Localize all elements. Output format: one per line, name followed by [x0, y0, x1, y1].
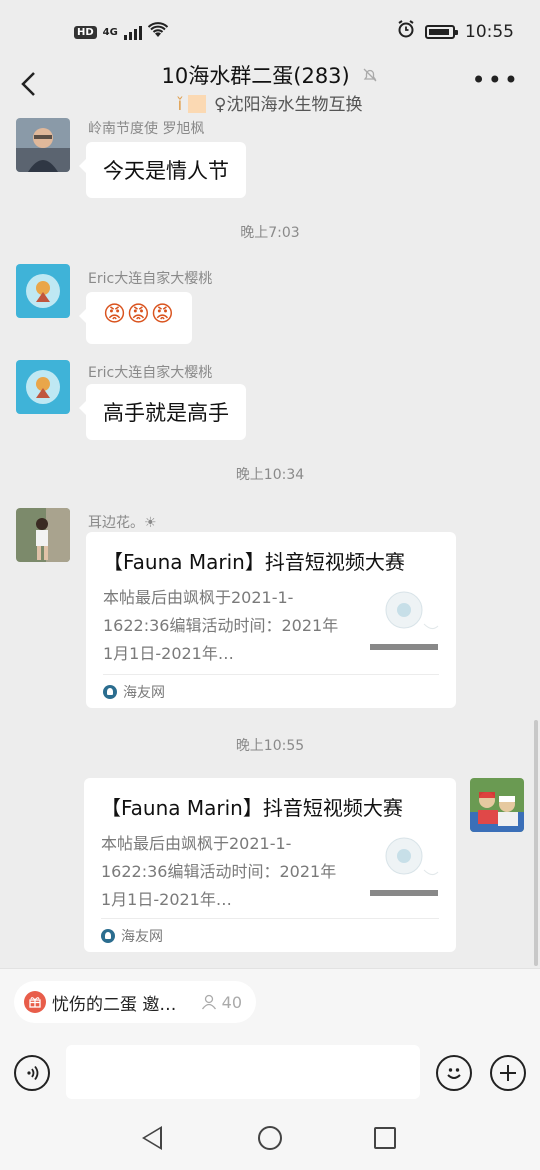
emoji-square-icon: [187, 95, 206, 113]
message-bubble[interactable]: 高手就是高手: [79, 384, 246, 440]
card-source: 海友网: [103, 674, 439, 708]
timestamp: 晚上10:55: [235, 738, 305, 754]
member-count: 40: [201, 993, 242, 1012]
nav-recents-icon[interactable]: [374, 1127, 396, 1149]
person-icon: [201, 994, 216, 1009]
message-bubble[interactable]: 今天是情人节: [79, 142, 246, 198]
chat-header: 10海水群二蛋(283) ǐ ♀沈阳海水生物互换 •••: [0, 56, 540, 116]
voice-input-icon[interactable]: [14, 1055, 50, 1091]
link-card[interactable]: 【Fauna Marin】抖音短视频大赛 本帖最后由飒枫于2021-1-1622…: [84, 778, 456, 952]
card-source-name: 海友网: [121, 928, 163, 945]
battery-icon: [425, 24, 458, 39]
status-bar: HD 4G 10:55: [0, 0, 540, 62]
network-type: 4G: [102, 26, 118, 38]
message-input[interactable]: [66, 1045, 420, 1099]
card-thumbnail: [368, 584, 440, 656]
link-card[interactable]: 【Fauna Marin】抖音短视频大赛 本帖最后由飒枫于2021-1-1622…: [86, 532, 456, 708]
avatar[interactable]: [16, 118, 70, 172]
card-description: 本帖最后由飒枫于2021-1-1622:36编辑活动时间：2021年1月1日-2…: [101, 834, 337, 909]
more-options-icon[interactable]: •••: [472, 66, 520, 94]
card-thumbnail: [368, 830, 440, 902]
emoji-figure-icon: ǐ: [177, 95, 183, 115]
chat-subtitle: ǐ ♀沈阳海水生物互换: [0, 90, 540, 115]
chat-subtitle-text: ♀沈阳海水生物互换: [214, 95, 363, 115]
timestamp: 晚上7:03: [240, 225, 300, 241]
nav-back-icon[interactable]: [142, 1126, 162, 1150]
card-source: 海友网: [101, 918, 439, 952]
card-title: 【Fauna Marin】抖音短视频大赛: [101, 796, 403, 820]
signal-icon: [123, 24, 142, 40]
chat-title-text: 10海水群二蛋(283): [161, 64, 350, 88]
mute-bell-icon: [362, 68, 378, 87]
source-logo-icon: [103, 684, 117, 699]
sender-name: 岭南节度使 罗旭枫: [88, 121, 205, 137]
clock: 10:55: [465, 21, 514, 42]
card-description: 本帖最后由飒枫于2021-1-1622:36编辑活动时间：2021年1月1日-2…: [103, 588, 339, 663]
scrollbar[interactable]: [534, 720, 538, 966]
emoji-icon[interactable]: [436, 1055, 472, 1091]
message-bubble[interactable]: 😡😡😡: [79, 292, 192, 344]
sender-name: Eric大连自家大樱桃: [88, 271, 213, 287]
system-nav-bar: [0, 1110, 540, 1170]
angry-emoji: 😡😡😡: [103, 302, 175, 327]
avatar[interactable]: [470, 778, 524, 832]
source-logo-icon: [101, 928, 115, 943]
plus-icon[interactable]: [490, 1055, 526, 1091]
gift-icon: [24, 991, 46, 1013]
sender-name: Eric大连自家大樱桃: [88, 365, 213, 381]
member-count-value: 40: [221, 992, 242, 1012]
avatar[interactable]: [16, 264, 70, 318]
alarm-icon: [397, 20, 415, 43]
avatar[interactable]: [16, 360, 70, 414]
wifi-icon: [147, 22, 169, 42]
invite-pill[interactable]: 忧伤的二蛋 邀… 40: [14, 981, 256, 1023]
sender-name: 耳边花。☀: [88, 515, 157, 531]
chat-title: 10海水群二蛋(283): [0, 60, 540, 90]
card-title: 【Fauna Marin】抖音短视频大赛: [103, 550, 405, 574]
invite-pill-text: 忧伤的二蛋 邀…: [52, 994, 177, 1015]
hd-badge: HD: [74, 25, 97, 39]
timestamp: 晚上10:34: [235, 467, 305, 483]
nav-home-icon[interactable]: [258, 1126, 282, 1150]
card-source-name: 海友网: [123, 684, 165, 701]
avatar[interactable]: [16, 508, 70, 562]
